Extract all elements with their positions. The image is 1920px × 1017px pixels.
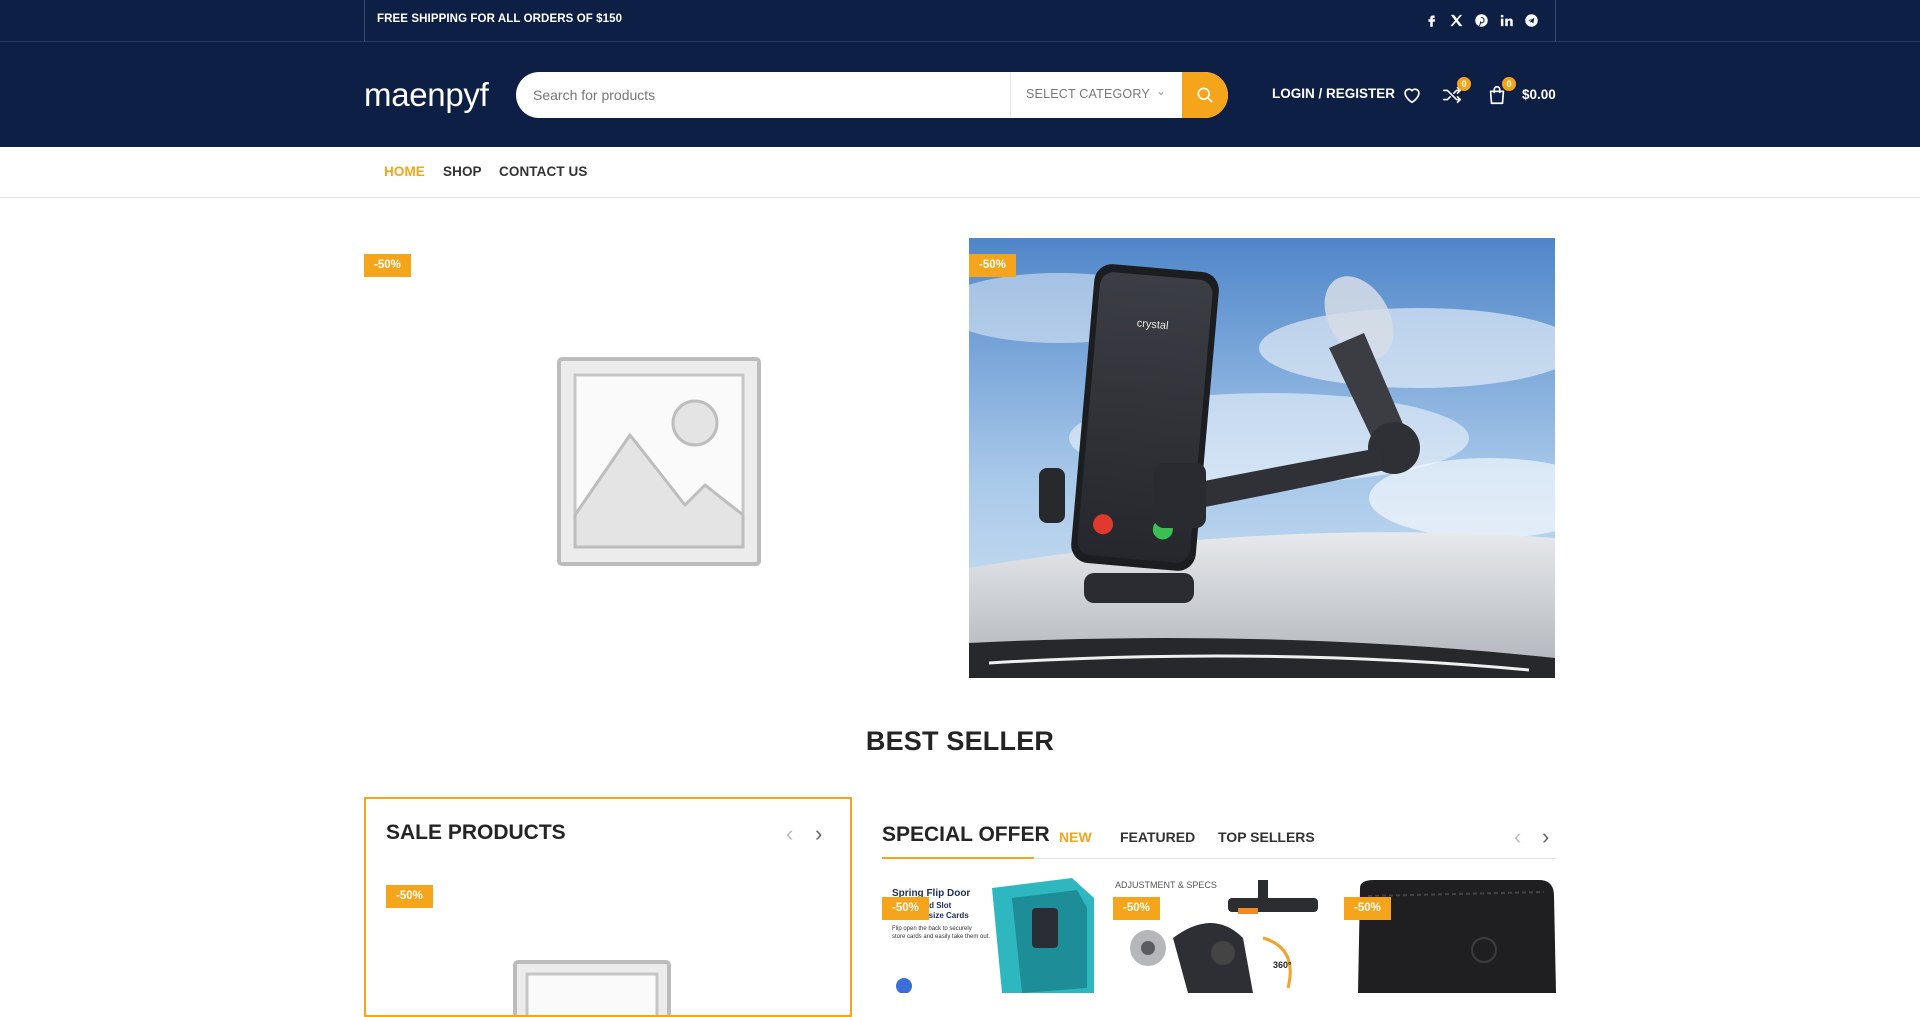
special-offer-underline	[882, 857, 1034, 859]
login-register-link[interactable]: LOGIN / REGISTER	[1272, 86, 1395, 101]
special-offer-title: SPECIAL OFFER	[882, 823, 1050, 846]
product-image-text: Flip open the back to securely	[892, 926, 972, 932]
cart-count-badge: 0	[1502, 77, 1516, 91]
sale-products-title: SALE PRODUCTS	[386, 821, 566, 844]
next-arrow-icon[interactable]: ›	[815, 823, 822, 845]
site-logo[interactable]: maenpyf	[364, 76, 489, 114]
leather-pouch-image	[1344, 878, 1556, 993]
compare-count-badge: 0	[1457, 77, 1471, 91]
phone-car-mount-image: crystal	[969, 238, 1555, 678]
special-offer-divider	[1034, 858, 1556, 859]
heart-icon	[1404, 88, 1420, 104]
x-icon[interactable]	[1448, 11, 1464, 29]
tab-top-sellers[interactable]: TOP SELLERS	[1218, 829, 1315, 845]
tab-new[interactable]: NEW	[1059, 829, 1092, 845]
promo-banner-2[interactable]: crystal -50%	[969, 238, 1555, 678]
main-header: maenpyf SELECT CATEGORY ⌄ LOGIN / REGIST…	[0, 42, 1920, 147]
placeholder-image-icon	[557, 357, 761, 566]
product-image-text: rd Slot	[926, 901, 952, 910]
pinterest-icon[interactable]	[1473, 11, 1489, 29]
wishlist-button[interactable]	[1401, 84, 1423, 106]
nav-item-shop[interactable]: SHOP	[443, 164, 482, 179]
product-card[interactable]: ADJUSTMENT & SPECS 360° -50%	[1113, 878, 1325, 993]
search-input[interactable]	[516, 72, 1010, 118]
product-card[interactable]: Spring Flip Door rd Slot -size Cards Fli…	[882, 878, 1094, 993]
main-navigation: HOME SHOP CONTACT US	[0, 147, 1920, 198]
social-links	[1423, 11, 1539, 29]
discount-badge: -50%	[882, 897, 929, 920]
promo-banner-1[interactable]: -50%	[364, 238, 950, 678]
cart-button[interactable]: 0	[1486, 77, 1516, 106]
search-button[interactable]	[1182, 72, 1228, 118]
top-bar: FREE SHIPPING FOR ALL ORDERS OF $150	[0, 0, 1920, 42]
search-icon	[1197, 87, 1213, 103]
nav-item-home[interactable]: HOME	[384, 164, 425, 179]
next-arrow-icon[interactable]: ›	[1542, 826, 1549, 848]
product-image-text: ADJUSTMENT & SPECS	[1115, 880, 1217, 890]
prev-arrow-icon[interactable]: ‹	[1514, 826, 1521, 848]
placeholder-image-icon	[513, 960, 671, 1015]
facebook-icon[interactable]	[1423, 11, 1439, 29]
prev-arrow-icon[interactable]: ‹	[786, 823, 793, 845]
sale-products-box: SALE PRODUCTS ‹ › -50%	[364, 797, 852, 1017]
tab-featured[interactable]: FEATURED	[1120, 829, 1195, 845]
search-form: SELECT CATEGORY ⌄	[516, 72, 1228, 118]
linkedin-icon[interactable]	[1498, 11, 1514, 29]
compare-button[interactable]: 0	[1441, 77, 1471, 106]
category-select-label: SELECT CATEGORY	[1026, 87, 1150, 101]
discount-badge: -50%	[386, 885, 433, 908]
product-card[interactable]: -50%	[1344, 878, 1556, 993]
shipping-notice: FREE SHIPPING FOR ALL ORDERS OF $150	[377, 13, 623, 25]
discount-badge: -50%	[1344, 897, 1391, 920]
best-seller-title: BEST SELLER	[865, 726, 1055, 756]
nav-item-contact-us[interactable]: CONTACT US	[499, 164, 588, 179]
telegram-icon[interactable]	[1523, 11, 1539, 29]
car-phone-mount-image: ADJUSTMENT & SPECS 360°	[1113, 878, 1325, 993]
product-image-text: 360°	[1273, 960, 1292, 970]
discount-badge: -50%	[364, 254, 411, 277]
discount-badge: -50%	[1113, 897, 1160, 920]
top-bar-inner: FREE SHIPPING FOR ALL ORDERS OF $150	[364, 0, 1556, 42]
phone-case-image: Spring Flip Door rd Slot -size Cards Fli…	[882, 878, 1094, 993]
product-image-text: store cards and easily take them out.	[892, 934, 990, 940]
discount-badge: -50%	[969, 254, 1016, 277]
cart-total[interactable]: $0.00	[1522, 87, 1556, 102]
category-select[interactable]: SELECT CATEGORY ⌄	[1010, 72, 1182, 118]
chevron-down-icon: ⌄	[1155, 84, 1166, 98]
product-image-text: -size Cards	[926, 911, 969, 920]
